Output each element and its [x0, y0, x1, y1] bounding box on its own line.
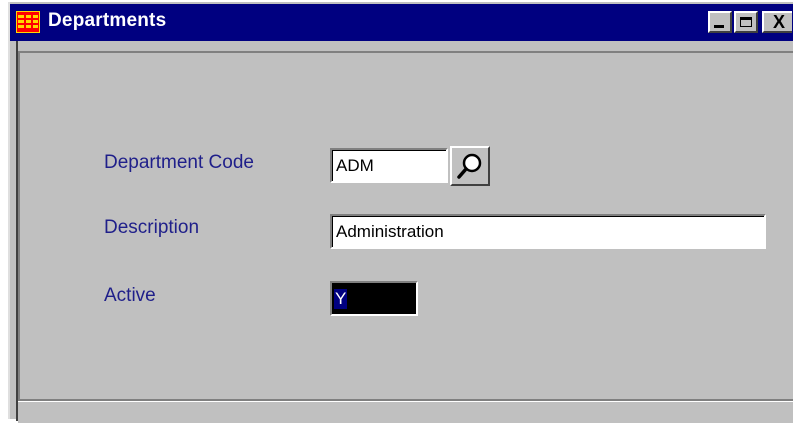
- window-title: Departments: [48, 10, 167, 31]
- maximize-button[interactable]: [734, 11, 758, 33]
- description-label: Description: [104, 217, 200, 238]
- title-bar[interactable]: Departments X: [10, 4, 793, 41]
- description-input[interactable]: Administration: [330, 214, 766, 249]
- close-button[interactable]: X: [762, 11, 792, 33]
- departments-window: Departments X Department Code ADM Descri…: [6, 0, 793, 423]
- minimize-button[interactable]: [708, 11, 732, 33]
- department-code-value: ADM: [336, 155, 374, 175]
- description-value: Administration: [336, 221, 444, 241]
- app-grid-icon: [16, 11, 40, 33]
- active-value: Y: [334, 288, 348, 309]
- minimize-icon: [714, 25, 724, 28]
- status-bar: [18, 399, 793, 423]
- department-lookup-button[interactable]: [450, 146, 490, 186]
- active-label: Active: [104, 285, 156, 306]
- close-icon: X: [772, 12, 785, 32]
- active-input[interactable]: Y: [330, 281, 418, 316]
- department-code-label: Department Code: [104, 152, 254, 173]
- department-code-input[interactable]: ADM: [330, 148, 448, 183]
- magnifier-icon: [457, 153, 482, 179]
- maximize-icon: [740, 17, 752, 27]
